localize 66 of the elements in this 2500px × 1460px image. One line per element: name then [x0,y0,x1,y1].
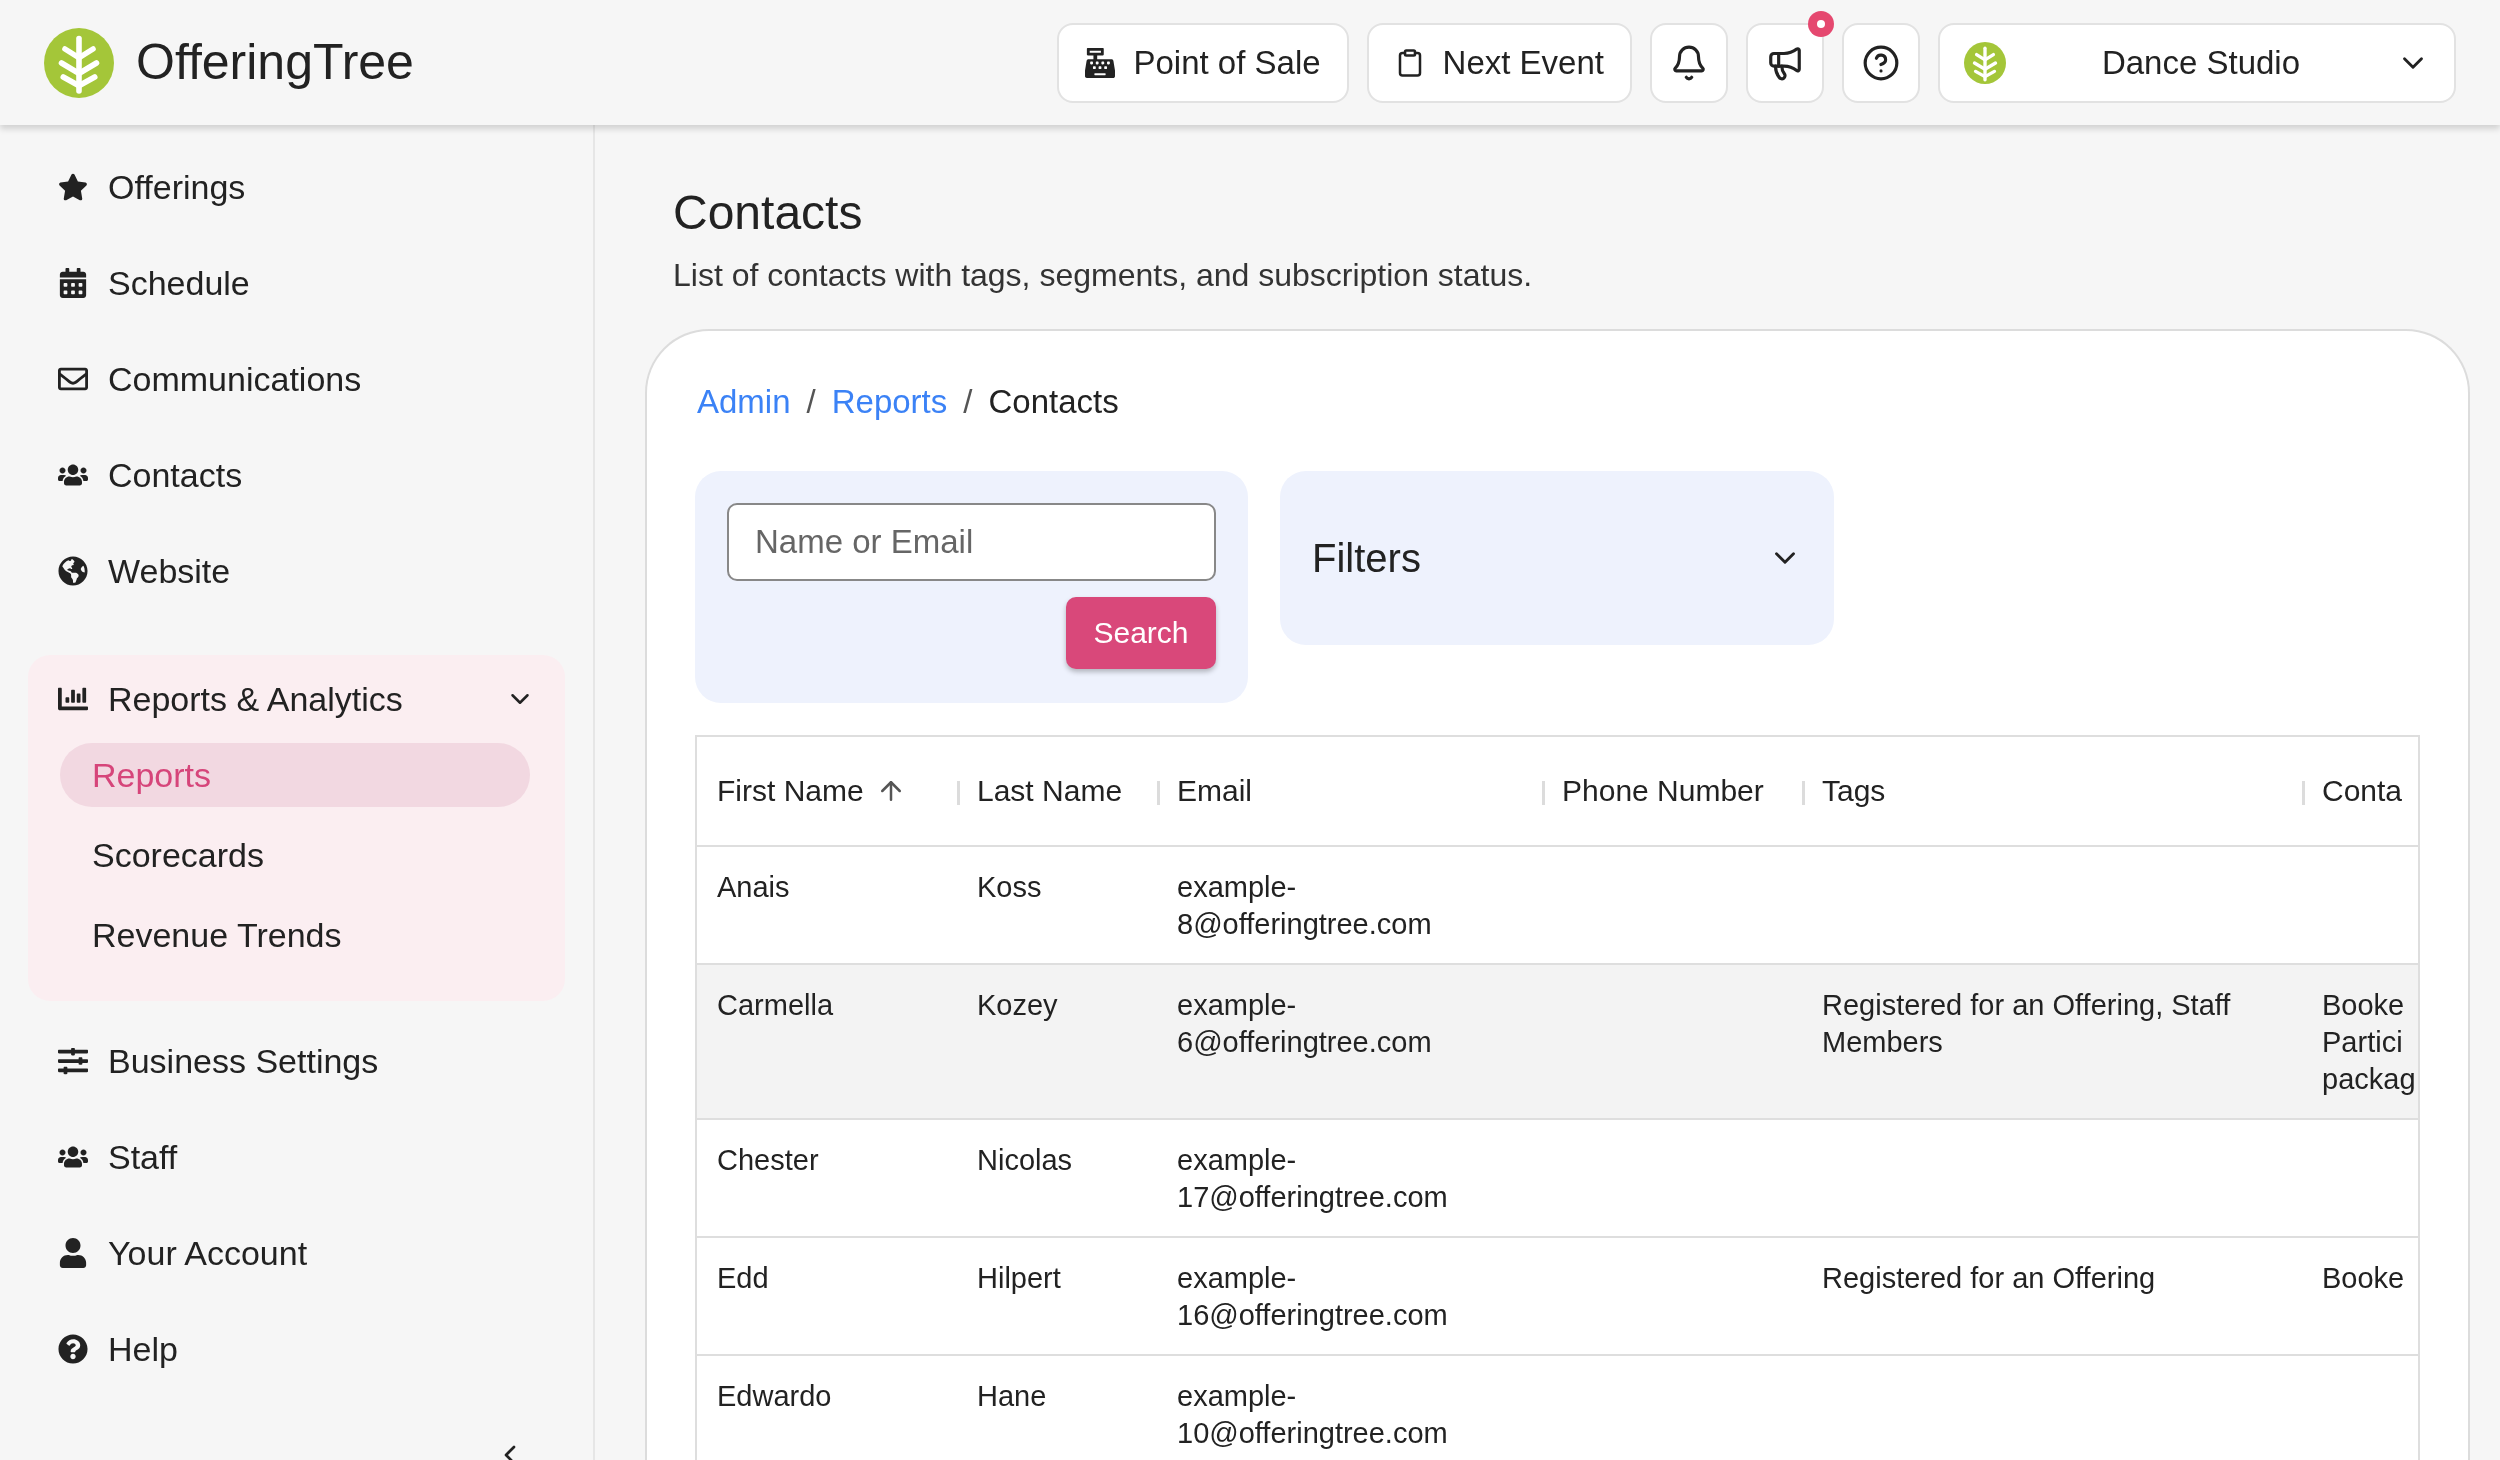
announcements-button[interactable] [1746,22,1824,103]
table-cell-text: Hilpert [977,1260,1062,1296]
column-header[interactable]: Tags [1822,768,1886,813]
sidebar-item[interactable]: Staff [28,1109,565,1205]
table-cell-text: Hane [977,1378,1048,1414]
column-header[interactable]: Phone Number [1562,768,1764,813]
sidebar-item[interactable]: Contacts [28,427,565,523]
table-cell-text: example-8@offeringtree.com [1177,869,1433,942]
table-cell-text: Koss [977,869,1043,905]
sidebar-item[interactable]: Your Account [28,1205,565,1301]
sidebar-group-header[interactable]: Reports & Analytics [28,655,565,743]
search-button[interactable]: Search [1066,596,1216,669]
breadcrumb-link[interactable]: Reports [831,377,948,427]
table-cell-text: example-6@offeringtree.com [1177,987,1433,1060]
table-cell-text: example-10@offeringtree.com [1177,1378,1449,1451]
table-cell-text: example-16@offeringtree.com [1177,1260,1449,1333]
table-cell-text: Carmella [717,987,835,1023]
table-cell-text: Edd [717,1260,770,1296]
notifications-button[interactable] [1650,22,1728,103]
next-event-button[interactable]: Next Event [1366,22,1632,103]
table-cell-text: Booke [2322,1260,2406,1296]
studio-logo-icon [1964,41,2006,84]
sidebar-item[interactable]: Help [28,1301,565,1397]
sidebar-item[interactable]: Communications [28,331,565,427]
calendar-icon [58,268,88,298]
help-icon [58,1334,88,1364]
bell-icon [1670,43,1708,82]
studio-switcher[interactable]: Dance Studio [1938,22,2456,103]
table-cell-text: Registered for an Offering, Staff Members [1822,987,2232,1060]
column-header[interactable]: Email [1177,768,1252,813]
table-cell-text: Anais [717,869,791,905]
column-header[interactable]: Conta [2322,768,2403,813]
globe-icon [58,556,88,586]
breadcrumb-current: Contacts [988,382,1119,422]
breadcrumb-separator: / [806,382,816,422]
page-title: Contacts [673,185,864,241]
sidebar-item[interactable]: Website [28,523,565,619]
sliders-icon [58,1046,88,1076]
table-cell-text: Kozey [977,987,1059,1023]
column-header[interactable]: First Name [717,768,864,813]
sidebar-item[interactable]: Offerings [28,139,565,235]
sidebar-item[interactable]: Business Settings [28,1013,565,1109]
help-button[interactable] [1842,22,1920,103]
cash-register-icon [1085,47,1116,78]
table-cell-text: Booke Partici packag [2322,987,2417,1097]
table-row[interactable]: Carmella Kozey example-6@offeringtree.com Registered for an Offering, Staff Members Booke Partici packag [697,964,2418,1120]
breadcrumb-link[interactable]: Admin [697,377,791,427]
sidebar-subitem[interactable]: Scorecards [60,823,530,887]
table-cell-text: example-17@offeringtree.com [1177,1142,1449,1215]
table-cell-text: Chester [717,1142,820,1178]
breadcrumb-separator: / [963,382,973,422]
table-cell-text: Nicolas [977,1142,1074,1178]
page-subtitle: List of contacts with tags, segments, and subscription status. [673,256,1534,295]
search-field[interactable]: Name or Email [727,502,1216,581]
star-icon [58,172,88,202]
filters-toggle[interactable]: Filters [1280,470,1834,645]
column-header[interactable]: Last Name [977,768,1123,813]
table-cell-text: Edwardo [717,1378,833,1414]
sidebar-subitem[interactable]: Revenue Trends [60,903,530,967]
help-icon [1862,43,1900,82]
table-cell-text: Registered for an Offering [1822,1260,2157,1296]
sidebar-item[interactable]: Schedule [28,235,565,331]
app-name: OfferingTree [136,33,414,92]
logo-icon [44,27,114,98]
point-of-sale-button[interactable]: Point of Sale [1057,22,1349,103]
person-icon [58,1238,88,1268]
